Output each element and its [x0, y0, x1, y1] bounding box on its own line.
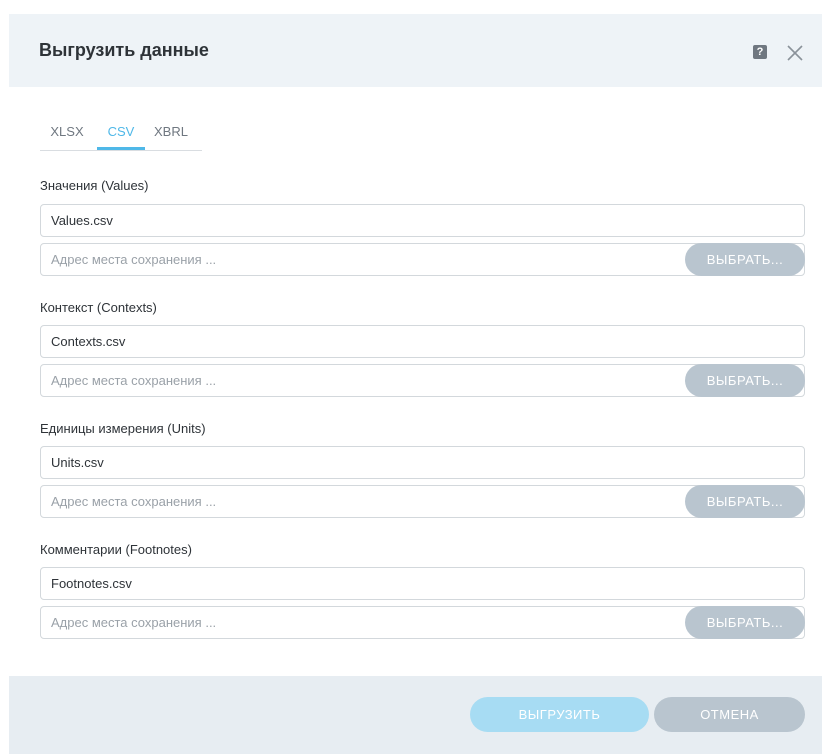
values-section-label: Значения (Values) — [40, 178, 149, 193]
values-path-row: ВЫБРАТЬ... — [40, 243, 805, 276]
close-icon[interactable] — [785, 43, 805, 63]
tab-xbrl[interactable]: XBRL — [152, 124, 190, 150]
units-filename-input[interactable] — [40, 446, 805, 479]
footnotes-browse-button[interactable]: ВЫБРАТЬ... — [685, 606, 805, 639]
footnotes-section-label: Комментарии (Footnotes) — [40, 542, 192, 557]
tab-csv[interactable]: CSV — [97, 124, 145, 150]
dialog-title: Выгрузить данные — [39, 40, 209, 60]
values-browse-button[interactable]: ВЫБРАТЬ... — [685, 243, 805, 276]
tab-xlsx[interactable]: XLSX — [48, 124, 86, 150]
contexts-section-label: Контекст (Contexts) — [40, 300, 157, 315]
cancel-button[interactable]: ОТМЕНА — [654, 697, 805, 732]
close-icon-glyph — [787, 45, 803, 61]
units-browse-button[interactable]: ВЫБРАТЬ... — [685, 485, 805, 518]
footnotes-filename-input[interactable] — [40, 567, 805, 600]
footnotes-path-row: ВЫБРАТЬ... — [40, 606, 805, 639]
units-section-label: Единицы измерения (Units) — [40, 421, 206, 436]
export-button[interactable]: ВЫГРУЗИТЬ — [470, 697, 649, 732]
values-filename-input[interactable] — [40, 204, 805, 237]
format-tabs: XLSX CSV XBRL — [40, 124, 202, 151]
contexts-path-row: ВЫБРАТЬ... — [40, 364, 805, 397]
contexts-browse-button[interactable]: ВЫБРАТЬ... — [685, 364, 805, 397]
dialog-header: Выгрузить данные ? — [9, 14, 822, 87]
units-path-row: ВЫБРАТЬ... — [40, 485, 805, 518]
dialog-footer: ВЫГРУЗИТЬ ОТМЕНА — [9, 676, 822, 754]
help-icon[interactable]: ? — [753, 45, 767, 59]
export-data-dialog: Выгрузить данные ? XLSX CSV XBRL Значени… — [9, 14, 822, 754]
contexts-filename-input[interactable] — [40, 325, 805, 358]
